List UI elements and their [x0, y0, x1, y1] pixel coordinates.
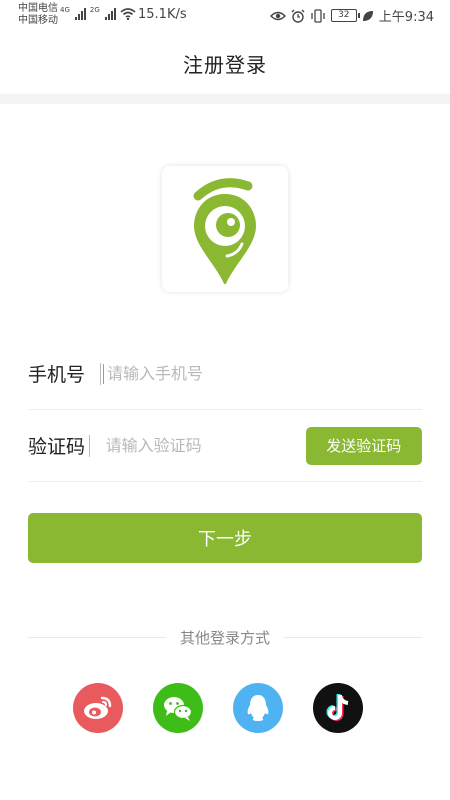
status-bar: 中国电信 中国移动 4G 2G 15.1K/s 32 上午9:34	[0, 0, 450, 32]
leaf-icon	[362, 10, 373, 21]
signal-icons: 4G 2G	[60, 6, 136, 20]
weibo-login-button[interactable]	[73, 683, 123, 733]
carrier-info: 中国电信 中国移动	[18, 3, 58, 27]
phone-row: 手机号	[28, 338, 422, 410]
login-screen: 中国电信 中国移动 4G 2G 15.1K/s 32 上午9:34 注册登录 手…	[0, 0, 450, 800]
status-right: 32 上午9:34	[269, 6, 434, 25]
battery-icon: 32	[330, 9, 360, 22]
next-button[interactable]: 下一步	[28, 513, 422, 563]
network-speed: 15.1K/s	[138, 7, 187, 22]
signal-icon	[104, 8, 116, 20]
wechat-icon	[164, 697, 193, 721]
code-row: 验证码 发送验证码	[28, 410, 422, 482]
code-label: 验证码	[28, 436, 86, 458]
text-caret	[103, 363, 104, 384]
title-divider	[0, 94, 450, 104]
app-logo	[162, 166, 288, 292]
douyin-login-button[interactable]	[313, 683, 363, 733]
signal-icon	[74, 8, 86, 20]
phone-label: 手机号	[28, 364, 86, 386]
network-type-1: 4G	[60, 6, 70, 14]
phone-input[interactable]	[107, 364, 422, 383]
vibrate-icon	[311, 8, 325, 23]
other-login-divider: 其他登录方式	[28, 626, 423, 648]
network-type-2: 2G	[89, 6, 100, 14]
eye-icon	[269, 11, 286, 20]
wechat-login-button[interactable]	[153, 683, 203, 733]
code-input[interactable]	[105, 436, 306, 455]
code-divider	[88, 434, 90, 457]
qq-icon	[247, 695, 269, 721]
title-bar: 注册登录	[0, 32, 450, 94]
qq-login-button[interactable]	[233, 683, 283, 733]
clock: 上午9:34	[378, 10, 434, 25]
divider-line-left	[28, 636, 166, 638]
other-login-label: 其他登录方式	[180, 628, 271, 647]
page-title: 注册登录	[183, 52, 267, 77]
carrier-2: 中国移动	[18, 15, 58, 26]
alarm-icon	[291, 9, 305, 23]
wifi-icon	[120, 8, 136, 20]
send-code-button[interactable]: 发送验证码	[305, 426, 422, 465]
location-pin-eye-logo-icon	[193, 178, 256, 284]
divider-line-right	[284, 636, 423, 638]
douyin-icon	[326, 694, 349, 721]
phone-divider	[100, 362, 101, 385]
social-login-list	[0, 683, 450, 735]
carrier-1: 中国电信	[18, 3, 58, 14]
weibo-icon	[84, 696, 112, 719]
